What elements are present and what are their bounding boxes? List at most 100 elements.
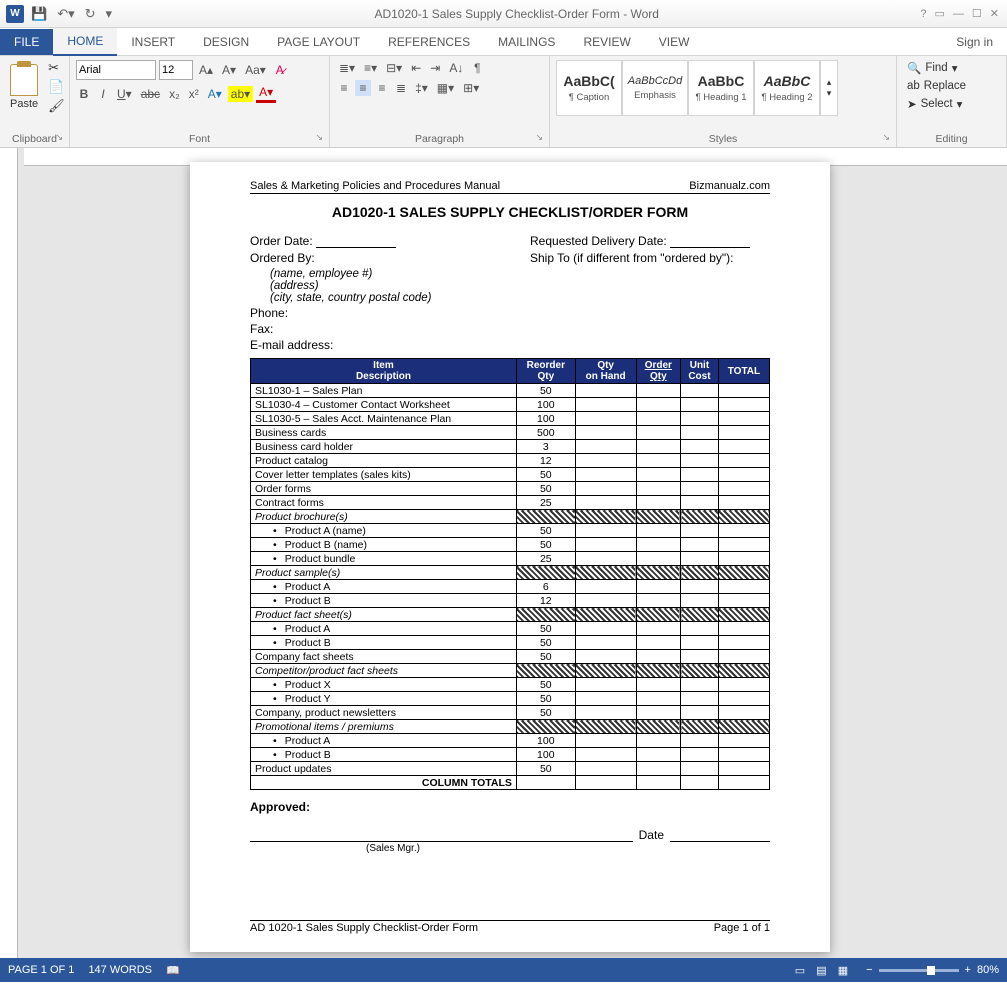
qat-customize-icon[interactable]: ▾ bbox=[103, 6, 116, 22]
decrease-indent-icon[interactable]: ⇤ bbox=[408, 60, 424, 76]
tab-references[interactable]: REFERENCES bbox=[374, 29, 484, 55]
date-line bbox=[670, 841, 770, 842]
change-case-icon[interactable]: Aa▾ bbox=[242, 62, 269, 78]
redo-icon[interactable]: ↻ bbox=[82, 6, 99, 22]
styles-group: AaBbC(¶ CaptionAaBbCcDdEmphasisAaBbC¶ He… bbox=[550, 56, 897, 147]
dialog-launcher-icon[interactable]: ↘ bbox=[55, 132, 63, 143]
replace-button[interactable]: abReplace bbox=[903, 79, 1000, 93]
signin-link[interactable]: Sign in bbox=[942, 29, 1007, 55]
align-center-icon[interactable]: ≡ bbox=[355, 80, 371, 96]
table-header: TOTAL bbox=[718, 359, 769, 384]
superscript-button[interactable]: x² bbox=[186, 86, 202, 102]
web-layout-icon[interactable]: ▦ bbox=[838, 965, 848, 977]
numbering-icon[interactable]: ≡▾ bbox=[361, 60, 380, 76]
ribbon-options-icon[interactable]: ▭ bbox=[935, 7, 945, 20]
read-mode-icon[interactable]: ▭ bbox=[795, 965, 805, 977]
print-layout-icon[interactable]: ▤ bbox=[816, 965, 826, 977]
tab-mailings[interactable]: MAILINGS bbox=[484, 29, 569, 55]
word-icon: W bbox=[6, 5, 24, 23]
shading-icon[interactable]: ▦▾ bbox=[434, 80, 457, 96]
undo-icon[interactable]: ↶▾ bbox=[54, 6, 77, 22]
zoom-level[interactable]: 80% bbox=[977, 964, 999, 976]
copy-icon[interactable]: 📄 bbox=[48, 79, 65, 95]
table-row: Promotional items / premiums bbox=[251, 720, 770, 734]
document-workspace: Sales & Marketing Policies and Procedure… bbox=[0, 148, 1007, 958]
align-left-icon[interactable]: ≡ bbox=[336, 80, 352, 96]
doc-footer-right: Page 1 of 1 bbox=[714, 922, 770, 934]
page-count[interactable]: PAGE 1 OF 1 bbox=[8, 964, 74, 976]
window-title: AD1020-1 Sales Supply Checklist-Order Fo… bbox=[121, 7, 912, 21]
font-name-select[interactable] bbox=[76, 60, 156, 80]
tab-page-layout[interactable]: PAGE LAYOUT bbox=[263, 29, 374, 55]
bold-button[interactable]: B bbox=[76, 86, 92, 102]
styles-more-icon[interactable]: ▴▾ bbox=[820, 60, 838, 116]
file-tab[interactable]: FILE bbox=[0, 29, 53, 55]
table-row: Company, product newsletters50 bbox=[251, 706, 770, 720]
bullets-icon[interactable]: ≣▾ bbox=[336, 60, 358, 76]
zoom-in-icon[interactable]: + bbox=[965, 964, 971, 976]
align-right-icon[interactable]: ≡ bbox=[374, 80, 390, 96]
vertical-ruler[interactable] bbox=[0, 148, 18, 958]
table-row: Product A (name)50 bbox=[251, 524, 770, 538]
style-thumb[interactable]: AaBbCcDdEmphasis bbox=[622, 60, 688, 116]
multilevel-list-icon[interactable]: ⊟▾ bbox=[383, 60, 405, 76]
tab-home[interactable]: HOME bbox=[53, 28, 117, 56]
justify-icon[interactable]: ≣ bbox=[393, 80, 409, 96]
tab-design[interactable]: DESIGN bbox=[189, 29, 263, 55]
window-controls: ? ▭ — ☐ ✕ bbox=[912, 7, 1007, 20]
dialog-launcher-icon[interactable]: ↘ bbox=[882, 132, 890, 143]
tab-view[interactable]: VIEW bbox=[645, 29, 704, 55]
zoom-out-icon[interactable]: − bbox=[866, 964, 872, 976]
show-marks-icon[interactable]: ¶ bbox=[469, 60, 485, 76]
table-header: ReorderQty bbox=[516, 359, 575, 384]
highlight-icon[interactable]: ab▾ bbox=[228, 86, 253, 102]
text-effects-icon[interactable]: A▾ bbox=[205, 86, 225, 102]
line-spacing-icon[interactable]: ‡▾ bbox=[412, 80, 431, 96]
table-totals-row: COLUMN TOTALS bbox=[251, 776, 770, 790]
dialog-launcher-icon[interactable]: ↘ bbox=[535, 132, 543, 143]
clear-formatting-icon[interactable]: A̷ bbox=[272, 62, 288, 78]
cursor-icon: ➤ bbox=[907, 97, 917, 111]
strikethrough-button[interactable]: abc bbox=[138, 86, 163, 102]
table-row: Business cards500 bbox=[251, 426, 770, 440]
italic-button[interactable]: I bbox=[95, 86, 111, 102]
borders-icon[interactable]: ⊞▾ bbox=[460, 80, 482, 96]
underline-button[interactable]: U▾ bbox=[114, 86, 135, 102]
document-page[interactable]: Sales & Marketing Policies and Procedure… bbox=[190, 162, 830, 952]
table-row: Product fact sheet(s) bbox=[251, 608, 770, 622]
paste-button[interactable]: Paste bbox=[6, 60, 42, 114]
increase-indent-icon[interactable]: ⇥ bbox=[427, 60, 443, 76]
cut-icon[interactable]: ✂ bbox=[48, 60, 65, 76]
status-bar: PAGE 1 OF 1 147 WORDS 📖 ▭ ▤ ▦ − + 80% bbox=[0, 958, 1007, 982]
font-size-select[interactable] bbox=[159, 60, 193, 80]
tab-review[interactable]: REVIEW bbox=[569, 29, 644, 55]
table-header: UnitCost bbox=[681, 359, 719, 384]
find-button[interactable]: 🔍Find ▾ bbox=[903, 60, 1000, 76]
zoom-slider[interactable] bbox=[879, 969, 959, 972]
table-row: Product B (name)50 bbox=[251, 538, 770, 552]
replace-icon: ab bbox=[907, 80, 920, 92]
dialog-launcher-icon[interactable]: ↘ bbox=[315, 132, 323, 143]
help-icon[interactable]: ? bbox=[920, 8, 926, 20]
table-row: Product brochure(s) bbox=[251, 510, 770, 524]
table-row: Product A6 bbox=[251, 580, 770, 594]
maximize-icon[interactable]: ☐ bbox=[972, 7, 982, 20]
grow-font-icon[interactable]: A▴ bbox=[196, 62, 216, 78]
subscript-button[interactable]: x₂ bbox=[166, 86, 183, 102]
style-thumb[interactable]: AaBbC¶ Heading 1 bbox=[688, 60, 754, 116]
save-icon[interactable]: 💾 bbox=[28, 6, 50, 22]
style-thumb[interactable]: AaBbC(¶ Caption bbox=[556, 60, 622, 116]
select-button[interactable]: ➤Select ▾ bbox=[903, 96, 1000, 112]
close-icon[interactable]: ✕ bbox=[990, 7, 999, 20]
minimize-icon[interactable]: — bbox=[953, 8, 964, 20]
shrink-font-icon[interactable]: A▾ bbox=[219, 62, 239, 78]
word-count[interactable]: 147 WORDS bbox=[88, 964, 152, 976]
table-header: Qtyon Hand bbox=[575, 359, 636, 384]
table-row: SL1030-1 – Sales Plan50 bbox=[251, 384, 770, 398]
sort-icon[interactable]: A↓ bbox=[446, 60, 466, 76]
proofing-icon[interactable]: 📖 bbox=[166, 964, 180, 977]
tab-insert[interactable]: INSERT bbox=[117, 29, 189, 55]
style-thumb[interactable]: AaBbC¶ Heading 2 bbox=[754, 60, 820, 116]
font-color-icon[interactable]: A▾ bbox=[256, 84, 276, 103]
format-painter-icon[interactable]: 🖌 bbox=[48, 98, 65, 114]
